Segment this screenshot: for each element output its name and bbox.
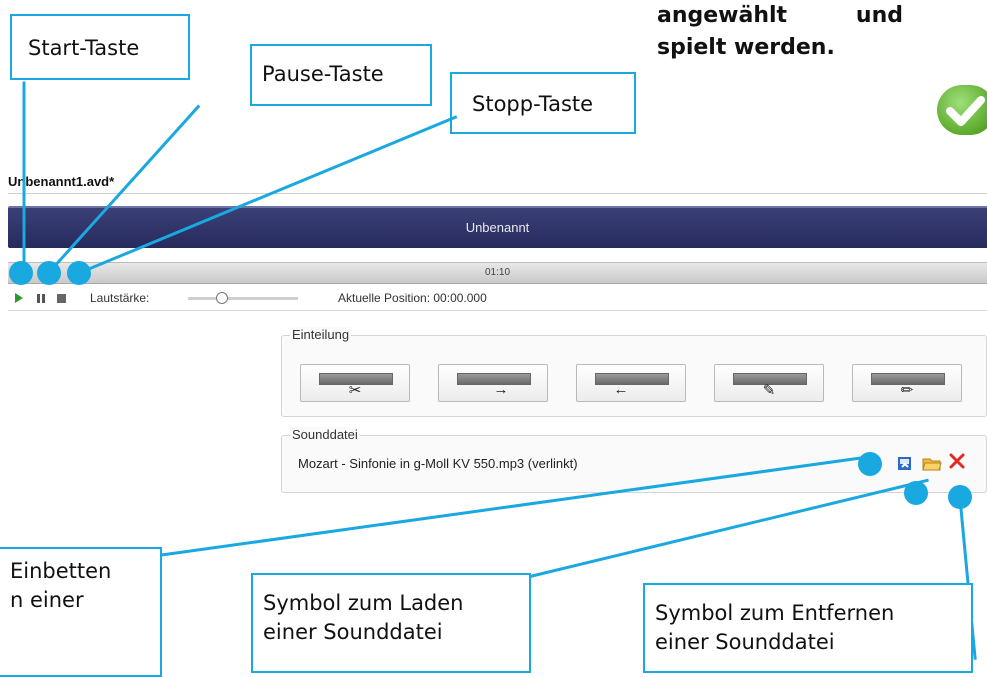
marker-stopp (67, 261, 91, 285)
pause-icon[interactable] (36, 293, 46, 307)
marker-load (904, 481, 928, 505)
arrow-left-icon: ← (613, 381, 629, 398)
remove-sound-icon[interactable] (948, 452, 966, 475)
callout-embed-line-2: n einer (10, 588, 84, 612)
marker-pause (37, 261, 61, 285)
sounddatei-label: Sounddatei (290, 427, 360, 442)
callout-load-line-2: einer Sounddatei (263, 620, 443, 644)
callout-pause-label: Pause-Taste (262, 62, 384, 86)
callout-load-line-1: Symbol zum Laden (263, 591, 464, 615)
callout-remove-line-2: einer Sounddatei (655, 630, 835, 654)
properties-panel: Einteilung ✂ → ← ✎ ✏ Sounddatei Mozart -… (8, 310, 987, 501)
sounddatei-filename: Mozart - Sinfonie in g-Moll KV 550.mp3 (… (298, 456, 578, 471)
marker-start (9, 261, 33, 285)
callout-stopp-taste: Stopp-Taste (450, 72, 636, 134)
embed-sound-icon[interactable] (896, 454, 914, 477)
edit-pencil-button[interactable]: ✏ (852, 364, 962, 402)
callout-pause-taste: Pause-Taste (250, 44, 432, 106)
edit-pen-button[interactable]: ✎ (714, 364, 824, 402)
current-position: Aktuelle Position: 00:00.000 (338, 291, 487, 305)
leader-line-start (22, 81, 26, 280)
top-note-line-2: spielt werden. (657, 35, 835, 60)
split-cut-button[interactable]: ✂ (300, 364, 410, 402)
stop-icon[interactable] (56, 293, 67, 307)
callout-remove-sound: Symbol zum Entfernen einer Sounddatei (643, 583, 973, 673)
callout-embed-line-1: Einbetten (10, 559, 112, 583)
load-sound-icon[interactable] (922, 454, 942, 477)
einteilung-label: Einteilung (290, 327, 352, 342)
split-left-button[interactable]: ← (576, 364, 686, 402)
arrow-right-icon: → (493, 381, 509, 398)
einteilung-group: Einteilung ✂ → ← ✎ ✏ (281, 327, 987, 417)
scissors-icon: ✂ (348, 382, 362, 399)
top-note: angewählt und spielt werden. (657, 0, 957, 64)
audio-editor-window: Unbenannt1.avd* Unbenannt 01:10 Lautstär… (0, 160, 987, 501)
marker-remove (948, 485, 972, 509)
callout-start-label: Start-Taste (28, 36, 140, 60)
top-note-line-1: angewählt und (657, 3, 903, 28)
callout-embed-sound: Einbetten n einer (0, 547, 162, 677)
project-title: Unbenannt (465, 220, 530, 235)
volume-label: Lautstärke: (90, 291, 150, 305)
callout-load-sound: Symbol zum Laden einer Sounddatei (251, 573, 531, 673)
volume-slider[interactable] (188, 292, 298, 304)
timeline-bar[interactable]: 01:10 (8, 262, 987, 284)
pencil-icon: ✏ (900, 382, 914, 399)
pen-icon: ✎ (762, 382, 776, 399)
timeline-time: 01:10 (484, 267, 511, 278)
checkmark-icon (937, 85, 987, 135)
marker-embed (858, 452, 882, 476)
callout-stopp-label: Stopp-Taste (472, 92, 594, 116)
volume-slider-thumb[interactable] (216, 292, 228, 304)
play-icon[interactable] (14, 292, 24, 307)
split-right-button[interactable]: → (438, 364, 548, 402)
callout-remove-line-1: Symbol zum Entfernen (655, 601, 895, 625)
callout-start-taste: Start-Taste (10, 14, 190, 80)
